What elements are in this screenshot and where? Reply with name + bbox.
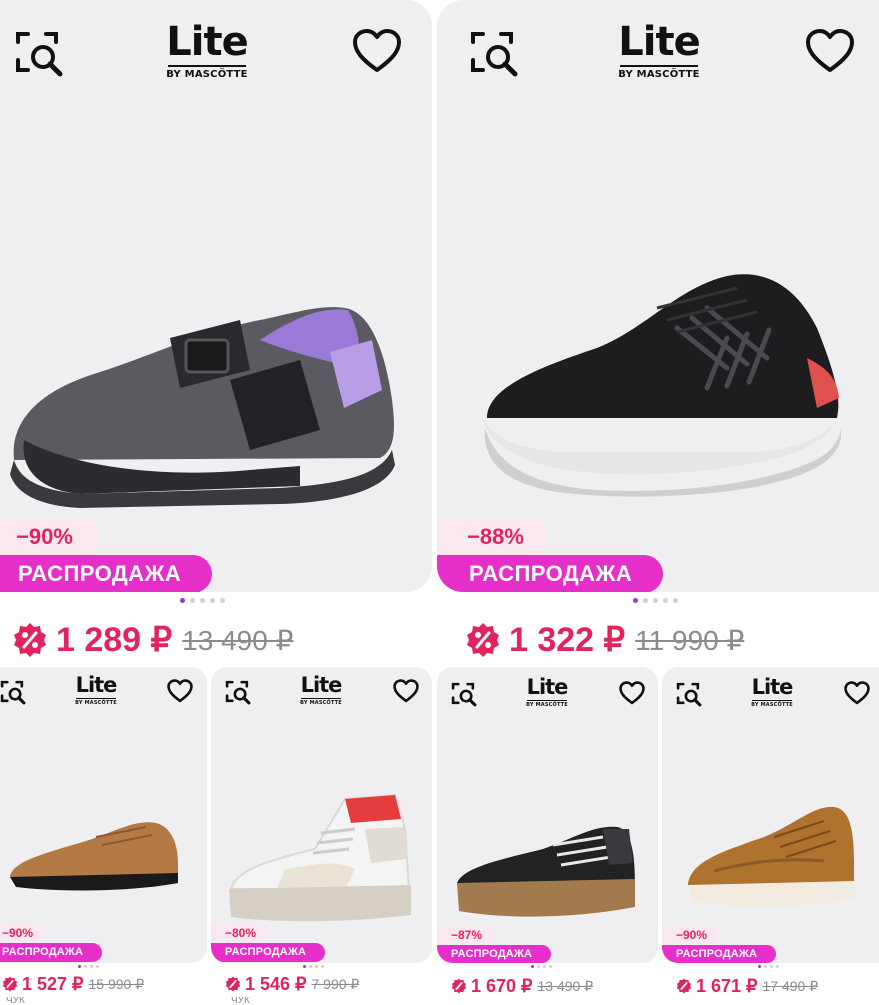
product-photo [10,822,178,891]
image-search-icon[interactable] [469,28,519,78]
price-row: 1 289 ₽ 13 490 ₽ [12,618,293,662]
product-meta: ЧУК [6,997,25,1005]
price-row: 1 670 ₽ 13 490 ₽ [451,975,593,997]
brand-logo: Lite BY MASCÖTTE [751,675,793,709]
brand-logo: Lite BY MASCÖTTE [300,673,342,707]
image-pagination [633,598,678,603]
heart-icon[interactable] [844,681,870,705]
product-image[interactable]: Lite BY MASCÖTTE −88% РАСПРОДАЖА [437,0,879,592]
sale-badge: РАСПРОДАЖА [437,945,551,963]
brand-logo: Lite BY MASCÖTTE [618,19,700,80]
image-pagination [78,965,99,968]
product-image[interactable]: Lite BY MASCÖTTE −80% РАСПРОДАЖА [211,667,432,963]
discount-label: −90% [0,519,100,555]
image-search-icon[interactable] [225,679,251,705]
product-image[interactable]: Lite BY MASCÖTTE −87% РАСПРОДАЖА [437,667,658,963]
product-card[interactable]: Lite BY MASCÖTTE −80% РАСПРОДАЖА 1 546 ₽… [211,667,432,1005]
current-price: 1 322 ₽ [509,621,626,659]
price-row: 1 671 ₽ 17 490 ₽ [676,975,818,997]
discount-label: −87% [437,926,493,944]
old-price: 13 490 ₽ [537,977,594,994]
discount-badge-icon [451,978,467,994]
discount-badge-icon [467,623,499,657]
old-price: 13 490 ₽ [182,624,294,656]
heart-icon[interactable] [805,28,855,74]
discount-badge-icon [225,976,241,992]
discount-badge-icon [2,976,18,992]
discount-label: −88% [437,519,547,555]
brand-logo: Lite BY MASCÖTTE [166,19,248,80]
sale-badge: РАСПРОДАЖА [211,943,325,962]
product-photo [688,806,856,907]
heart-icon[interactable] [167,679,193,703]
product-card[interactable]: Lite BY MASCÖTTE −87% РАСПРОДАЖА 1 670 ₽… [437,667,658,1005]
heart-icon[interactable] [352,28,402,74]
product-image[interactable]: Lite BY MASCÖTTE −90% РАСПРОДАЖА [662,667,879,963]
product-photo [229,793,411,922]
old-price: 11 990 ₽ [635,624,745,656]
price-row: 1 546 ₽ 7 990 ₽ [225,973,359,995]
product-photo [10,307,395,508]
current-price: 1 289 ₽ [56,621,173,659]
discount-badge-icon [14,623,46,657]
sale-badge: РАСПРОДАЖА [437,555,663,592]
sale-badge: РАСПРОДАЖА [0,555,212,592]
price-row: 1 322 ₽ 11 990 ₽ [465,618,744,662]
discount-label: −90% [662,926,718,944]
product-card[interactable]: Lite BY MASCÖTTE −88% РАСПРОДАЖА 1 322 ₽… [437,0,879,665]
old-price: 17 490 ₽ [762,977,819,994]
product-image[interactable]: Lite BY MASCÖTTE −90% РАСПРОДАЖА [0,667,207,963]
product-photo [457,826,635,917]
brand-logo: Lite BY MASCÖTTE [75,673,117,707]
image-search-icon[interactable] [14,28,64,78]
current-price: 1 671 ₽ [696,975,758,996]
image-search-icon[interactable] [676,681,702,707]
discount-label: −80% [211,924,267,942]
product-meta: ЧУК [231,997,250,1005]
discount-badge-icon [676,978,692,994]
sale-badge: РАСПРОДАЖА [662,945,776,963]
image-search-icon[interactable] [451,681,477,707]
image-pagination [180,598,225,603]
product-card[interactable]: Lite BY MASCÖTTE −90% РАСПРОДАЖА 1 289 ₽… [0,0,432,665]
old-price: 7 990 ₽ [311,975,360,992]
current-price: 1 527 ₽ [22,973,84,994]
current-price: 1 546 ₽ [245,973,307,994]
image-pagination [758,965,779,968]
heart-icon[interactable] [619,681,645,705]
image-pagination [303,965,324,968]
image-search-icon[interactable] [0,679,26,705]
product-image[interactable]: Lite BY MASCÖTTE −90% РАСПРОДАЖА [0,0,432,592]
old-price: 15 990 ₽ [88,975,145,992]
discount-label: −90% [0,924,44,942]
image-pagination [531,965,552,968]
sale-badge: РАСПРОДАЖА [0,943,102,962]
current-price: 1 670 ₽ [471,975,533,996]
brand-logo: Lite BY MASCÖTTE [526,675,568,709]
product-card[interactable]: Lite BY MASCÖTTE −90% РАСПРОДАЖА 1 527 ₽… [0,667,207,1005]
product-photo [483,274,841,497]
heart-icon[interactable] [393,679,419,703]
product-card[interactable]: Lite BY MASCÖTTE −90% РАСПРОДАЖА 1 671 ₽… [662,667,879,1005]
price-row: 1 527 ₽ 15 990 ₽ [2,973,144,995]
